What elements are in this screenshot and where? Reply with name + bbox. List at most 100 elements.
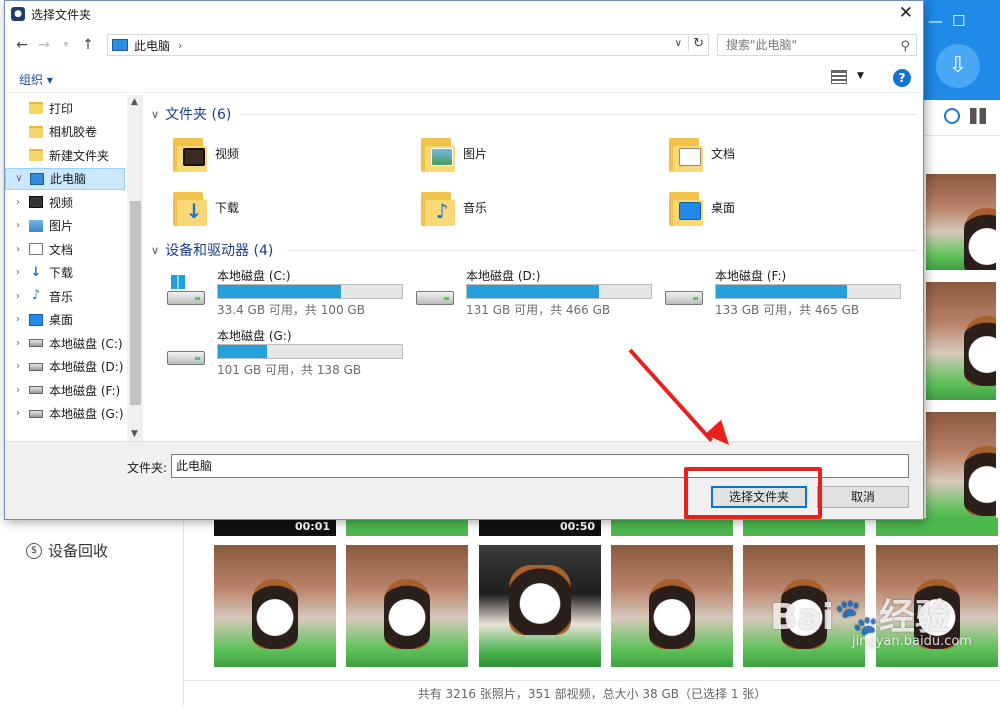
watermark-logo: Bai🐾经验 bbox=[770, 597, 951, 638]
group-header-folders[interactable]: ∨ 文件夹 (6) bbox=[151, 103, 231, 125]
cancel-button[interactable]: 取消 bbox=[817, 486, 909, 508]
photo-thumbnail[interactable] bbox=[926, 412, 996, 528]
chevron-right-icon[interactable]: › bbox=[11, 244, 25, 255]
chevron-right-icon[interactable]: › bbox=[11, 361, 25, 372]
drive-item[interactable]: 本地磁盘 (G:) 101 GB 可用，共 138 GB bbox=[167, 327, 407, 377]
photo-thumbnail[interactable] bbox=[346, 545, 468, 667]
chevron-down-icon[interactable]: ∨ bbox=[675, 38, 682, 49]
forward-arrow-icon[interactable]: → bbox=[35, 37, 53, 53]
download-icon[interactable]: ⇩ bbox=[936, 44, 980, 88]
close-icon[interactable]: ✕ bbox=[899, 3, 913, 23]
back-arrow-icon[interactable]: ← bbox=[13, 37, 31, 53]
tree-item-label: 本地磁盘 (C:) bbox=[49, 336, 123, 351]
doc-folder-icon bbox=[669, 134, 703, 172]
chevron-right-icon[interactable]: › bbox=[11, 385, 25, 396]
tree-item[interactable]: › 图片 bbox=[5, 215, 125, 237]
search-icon[interactable]: ⚲ bbox=[900, 37, 910, 57]
up-arrow-icon[interactable]: ↑ bbox=[79, 37, 97, 53]
chevron-right-icon[interactable]: › bbox=[11, 267, 25, 278]
chevron-right-icon[interactable]: › bbox=[11, 220, 25, 231]
tree-item[interactable]: 相机胶卷 bbox=[5, 121, 125, 143]
divider bbox=[241, 114, 917, 115]
video-thumbnail[interactable]: 00:50 bbox=[479, 518, 601, 536]
tree-item[interactable]: › 本地磁盘 (C:) bbox=[5, 332, 125, 354]
drive-icon bbox=[29, 339, 43, 347]
tree-item[interactable]: 打印 bbox=[5, 97, 125, 119]
photo-thumbnail[interactable] bbox=[926, 282, 996, 400]
tree-item[interactable]: › 视频 bbox=[5, 191, 125, 213]
drive-usage-fill bbox=[467, 285, 600, 298]
photo-thumbnail[interactable] bbox=[214, 545, 336, 667]
hard-drive-icon bbox=[416, 285, 454, 307]
tree-item-label: 文档 bbox=[49, 242, 74, 257]
tree-item[interactable]: 新建文件夹 bbox=[5, 144, 125, 166]
tree-item-label: 本地磁盘 (F:) bbox=[49, 383, 121, 398]
folder-item[interactable]: 视频 bbox=[173, 131, 393, 175]
chevron-down-icon[interactable]: ∨ bbox=[151, 244, 159, 257]
photo-thumbnail[interactable] bbox=[479, 545, 601, 667]
photo-thumbnail[interactable] bbox=[611, 518, 733, 536]
group-header-drives[interactable]: ∨ 设备和驱动器 (4) bbox=[151, 239, 273, 261]
select-folder-dialog: ● 选择文件夹 ✕ ← → ▾ ↑ 此电脑 › ∨ ↻ 搜索"此电脑" ⚲ 组织… bbox=[4, 0, 924, 520]
drive-capacity: 133 GB 可用，共 465 GB bbox=[715, 303, 860, 317]
tree-item[interactable]: › 文档 bbox=[5, 238, 125, 260]
tree-item-label: 视频 bbox=[49, 195, 74, 210]
chevron-right-icon[interactable]: › bbox=[11, 291, 25, 302]
tree-item[interactable]: › ♪ 音乐 bbox=[5, 285, 125, 307]
folder-item[interactable]: 桌面 bbox=[669, 185, 889, 229]
video-thumbnail[interactable]: 00:01 bbox=[214, 518, 336, 536]
tree-item[interactable]: › 桌面 bbox=[5, 309, 125, 331]
clock-icon[interactable] bbox=[944, 108, 960, 124]
breadcrumb-location[interactable]: 此电脑 bbox=[134, 37, 170, 54]
help-icon[interactable]: ? bbox=[893, 69, 911, 87]
folder-item[interactable]: 图片 bbox=[421, 131, 641, 175]
chevron-down-icon[interactable]: ▼ bbox=[857, 71, 864, 81]
search-input[interactable]: 搜索"此电脑" ⚲ bbox=[717, 34, 917, 56]
chevron-right-icon[interactable]: › bbox=[11, 338, 25, 349]
drive-item[interactable]: 本地磁盘 (C:) 33.4 GB 可用，共 100 GB bbox=[167, 267, 407, 317]
maximize-button[interactable]: ☐ bbox=[952, 12, 965, 30]
folder-item[interactable]: ♪ 音乐 bbox=[421, 185, 641, 229]
folder-item[interactable]: ↓ 下载 bbox=[173, 185, 393, 229]
tree-item[interactable]: › ↓ 下载 bbox=[5, 262, 125, 284]
photo-thumbnail[interactable] bbox=[743, 518, 865, 536]
recent-locations-icon[interactable]: ▾ bbox=[57, 40, 75, 50]
tree-item-label: 图片 bbox=[49, 219, 74, 233]
folder-icon bbox=[29, 125, 43, 138]
scroll-up-icon[interactable]: ▲ bbox=[131, 97, 138, 107]
tree-item[interactable]: › 本地磁盘 (G:) bbox=[5, 403, 125, 425]
tree-item[interactable]: › 本地磁盘 (D:) bbox=[5, 356, 125, 378]
tree-item-label: 音乐 bbox=[49, 289, 74, 304]
tree-item[interactable]: ∨ 此电脑 bbox=[5, 167, 125, 190]
navigation-tree: 打印 相机胶卷 新建文件夹 ∨ 此电脑 › 视频 › 图片 › 文档 › ↓ 下载 › ♪ 音乐 › 桌面 › 本地磁盘… bbox=[5, 95, 141, 441]
scroll-down-icon[interactable]: ▼ bbox=[131, 429, 138, 439]
minimize-button[interactable]: — bbox=[928, 12, 943, 30]
address-bar[interactable]: 此电脑 › ∨ ↻ bbox=[107, 34, 709, 56]
chevron-right-icon[interactable]: › bbox=[11, 314, 25, 325]
grid-icon[interactable] bbox=[970, 108, 986, 124]
photo-thumbnail[interactable] bbox=[876, 518, 998, 536]
drive-item[interactable]: 本地磁盘 (F:) 133 GB 可用，共 465 GB bbox=[665, 267, 905, 317]
photo-thumbnail[interactable] bbox=[611, 545, 733, 667]
refresh-icon[interactable]: ↻ bbox=[688, 36, 704, 51]
video-duration: 00:50 bbox=[559, 520, 595, 533]
hard-drive-icon bbox=[167, 345, 205, 367]
drive-item[interactable]: 本地磁盘 (D:) 131 GB 可用，共 466 GB bbox=[416, 267, 656, 317]
breadcrumb-chevron-icon[interactable]: › bbox=[178, 39, 182, 52]
drive-capacity: 33.4 GB 可用，共 100 GB bbox=[217, 303, 365, 317]
photo-thumbnail[interactable] bbox=[926, 174, 996, 270]
view-options-icon[interactable] bbox=[831, 70, 847, 84]
tree-item[interactable]: › 本地磁盘 (F:) bbox=[5, 379, 125, 401]
tree-scrollbar-thumb[interactable] bbox=[130, 201, 141, 405]
chevron-down-icon[interactable]: ∨ bbox=[151, 108, 159, 121]
photo-thumbnail[interactable] bbox=[346, 518, 468, 536]
chevron-right-icon[interactable]: › bbox=[11, 408, 25, 419]
chevron-right-icon[interactable]: › bbox=[11, 197, 25, 208]
drive-usage-fill bbox=[218, 345, 268, 358]
sidebar-item-recycle[interactable]: $ 设备回收 bbox=[26, 540, 108, 561]
tree-item-label: 本地磁盘 (D:) bbox=[49, 360, 124, 374]
tree-item-label: 打印 bbox=[49, 101, 74, 116]
organize-button[interactable]: 组织 ▾ bbox=[19, 71, 53, 88]
chevron-down-icon[interactable]: ∨ bbox=[12, 173, 26, 184]
folder-item[interactable]: 文档 bbox=[669, 131, 889, 175]
